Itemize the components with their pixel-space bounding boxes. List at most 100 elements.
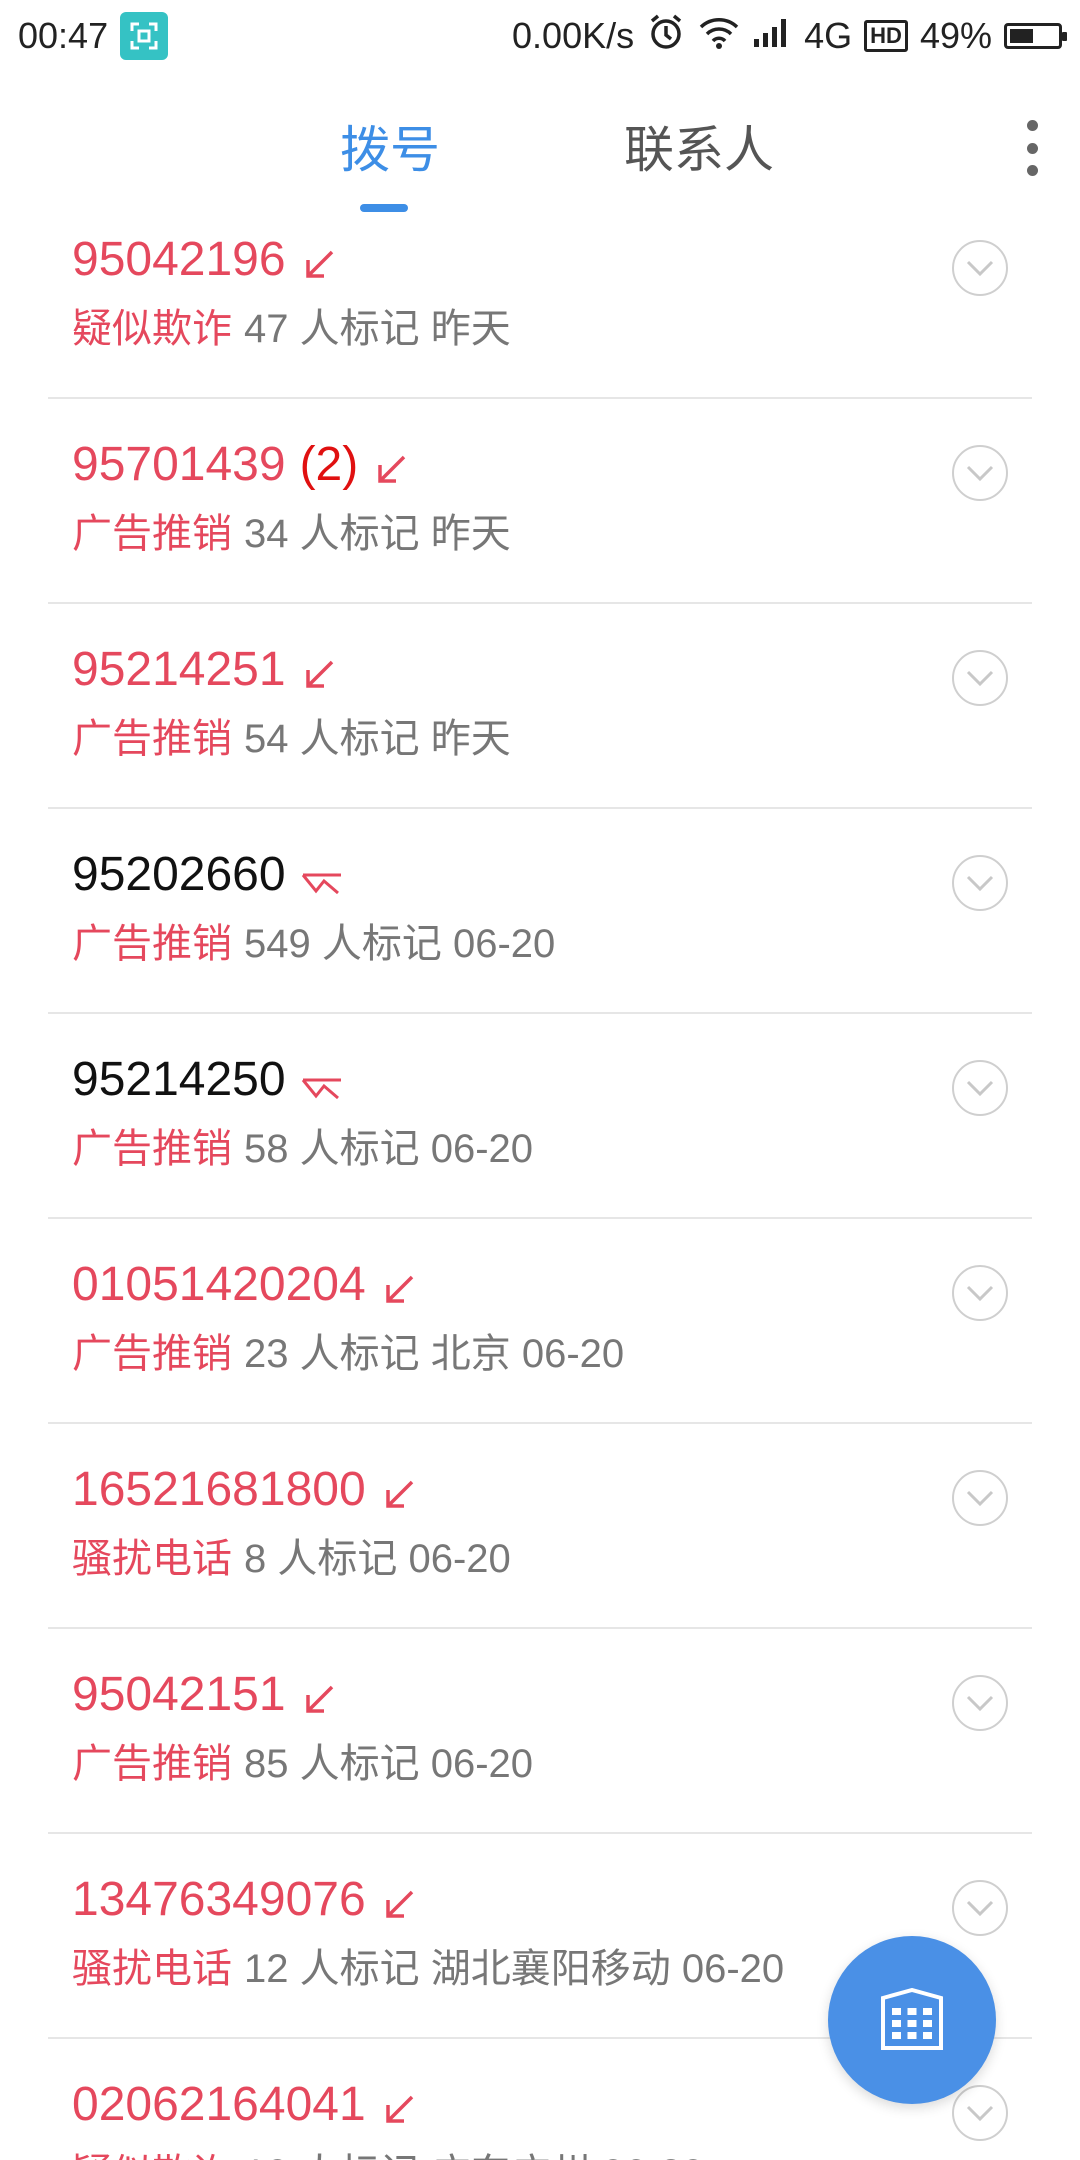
spam-tag: 广告推销 (72, 717, 232, 761)
incoming-call-icon (380, 1266, 418, 1304)
chevron-down-icon (965, 669, 995, 687)
status-time: 00:47 (18, 15, 109, 56)
call-meta: 23 人标记 北京 06-20 (244, 1332, 625, 1376)
call-number-line: 95701439 (2) (72, 437, 410, 492)
call-log-item[interactable]: 95701439 (2) 广告推销 34 人标记 昨天 (48, 399, 1032, 604)
call-details: 骚扰电话 8 人标记 06-20 (72, 1526, 511, 1584)
tab-contacts[interactable]: 联系人 (624, 110, 774, 182)
expand-button[interactable] (952, 1470, 1008, 1526)
phone-number: 13476349076 (72, 1873, 366, 1926)
phone-number: 95202660 (72, 848, 286, 901)
chevron-down-icon (965, 1489, 995, 1507)
incoming-call-icon (380, 1471, 418, 1509)
chevron-down-icon (965, 874, 995, 892)
chevron-down-icon (965, 1694, 995, 1712)
call-number-line: 95214251 (72, 642, 338, 697)
battery-fill (1010, 29, 1033, 43)
spam-tag: 疑似欺诈 (72, 307, 232, 351)
call-meta: 54 人标记 昨天 (244, 717, 511, 761)
call-meta: 34 人标记 昨天 (244, 512, 511, 556)
call-log-item[interactable]: 95214251 广告推销 54 人标记 昨天 (48, 604, 1032, 809)
spam-tag: 疑似欺诈 (72, 2141, 232, 2160)
incoming-call-icon (380, 2086, 418, 2124)
call-number-line: 95202660 (72, 847, 341, 902)
call-number-line: 95042196 (72, 232, 338, 287)
screenshot-icon (120, 12, 169, 60)
call-log-item[interactable]: 01051420204 广告推销 23 人标记 北京 06-20 (48, 1219, 1032, 1424)
chevron-down-icon (965, 1284, 995, 1302)
signal-icon (752, 15, 792, 58)
network-speed: 0.00K/s (512, 15, 635, 56)
spam-tag: 广告推销 (72, 1127, 232, 1171)
hd-icon: HD (864, 20, 908, 52)
outgoing-call-icon (300, 1061, 341, 1099)
call-number-line: 01051420204 (72, 1257, 418, 1312)
outgoing-call-icon (300, 856, 341, 894)
status-bar: 00:47 0.00K/s 4G HD 49% (0, 0, 1080, 72)
call-meta: 10 人标记 广东广州 06-20 (244, 2141, 704, 2160)
phone-number: 95042196 (72, 233, 286, 286)
expand-button[interactable] (952, 1675, 1008, 1731)
spam-tag: 广告推销 (72, 1332, 232, 1376)
phone-number: 02062164041 (72, 2078, 366, 2131)
incoming-call-icon (380, 1881, 418, 1919)
spam-tag: 骚扰电话 (72, 1537, 232, 1581)
expand-button[interactable] (952, 1265, 1008, 1321)
expand-button[interactable] (952, 240, 1008, 296)
expand-button[interactable] (952, 445, 1008, 501)
battery-icon (1004, 23, 1067, 49)
call-number-line: 95214250 (72, 1052, 341, 1107)
call-log-item[interactable]: 95202660 广告推销 549 人标记 06-20 (48, 809, 1032, 1014)
chevron-down-icon (965, 259, 995, 277)
expand-button[interactable] (952, 1060, 1008, 1116)
call-details: 广告推销 58 人标记 06-20 (72, 1116, 533, 1174)
call-number-line: 16521681800 (72, 1462, 418, 1517)
call-meta: 12 人标记 湖北襄阳移动 06-20 (244, 1947, 785, 1991)
incoming-call-icon (372, 446, 410, 484)
phone-number: 95701439 (72, 438, 286, 491)
call-number-line: 13476349076 (72, 1872, 418, 1927)
alarm-icon (646, 12, 686, 61)
phone-number: 95214250 (72, 1053, 286, 1106)
call-number-line: 02062164041 (72, 2077, 418, 2132)
dialpad-button[interactable] (828, 1936, 996, 2104)
chevron-down-icon (965, 1079, 995, 1097)
call-details: 广告推销 549 人标记 06-20 (72, 911, 555, 969)
call-number-line: 95042151 (72, 1667, 338, 1722)
call-log-item[interactable]: 95042196 疑似欺诈 47 人标记 昨天 (48, 194, 1032, 399)
chevron-down-icon (965, 1899, 995, 1917)
call-meta: 8 人标记 06-20 (244, 1537, 511, 1581)
call-log-item[interactable]: 16521681800 骚扰电话 8 人标记 06-20 (48, 1424, 1032, 1629)
call-details: 广告推销 34 人标记 昨天 (72, 501, 511, 559)
expand-button[interactable] (952, 2085, 1008, 2141)
more-options-icon[interactable] (1022, 120, 1042, 176)
spam-tag: 广告推销 (72, 922, 232, 966)
spam-tag: 广告推销 (72, 1742, 232, 1786)
network-type: 4G (804, 15, 853, 56)
call-count: (2) (299, 438, 359, 491)
call-meta: 85 人标记 06-20 (244, 1742, 534, 1786)
chevron-down-icon (965, 464, 995, 482)
call-details: 广告推销 85 人标记 06-20 (72, 1731, 533, 1789)
spam-tag: 广告推销 (72, 512, 232, 556)
call-log-item[interactable]: 95214250 广告推销 58 人标记 06-20 (48, 1014, 1032, 1219)
phone-number: 95214251 (72, 643, 286, 696)
call-meta: 58 人标记 06-20 (244, 1127, 534, 1171)
expand-button[interactable] (952, 650, 1008, 706)
call-log-item[interactable]: 95042151 广告推销 85 人标记 06-20 (48, 1629, 1032, 1834)
call-details: 疑似欺诈 47 人标记 昨天 (72, 296, 511, 354)
expand-button[interactable] (952, 855, 1008, 911)
call-details: 疑似欺诈 10 人标记 广东广州 06-20 (72, 2141, 704, 2160)
phone-number: 95042151 (72, 1668, 286, 1721)
call-details: 骚扰电话 12 人标记 湖北襄阳移动 06-20 (72, 1936, 784, 1994)
battery-percent: 49% (919, 15, 992, 56)
phone-number: 16521681800 (72, 1463, 366, 1516)
tab-dial[interactable]: 拨号 (340, 110, 440, 182)
incoming-call-icon (300, 1676, 338, 1714)
expand-button[interactable] (952, 1880, 1008, 1936)
spam-tag: 骚扰电话 (72, 1947, 232, 1991)
incoming-call-icon (300, 651, 338, 689)
phone-number: 01051420204 (72, 1258, 366, 1311)
call-details: 广告推销 54 人标记 昨天 (72, 706, 511, 764)
call-log-list[interactable]: 95042196 疑似欺诈 47 人标记 昨天 95701439 (2) 广告推销 34 人… (0, 194, 1080, 2160)
